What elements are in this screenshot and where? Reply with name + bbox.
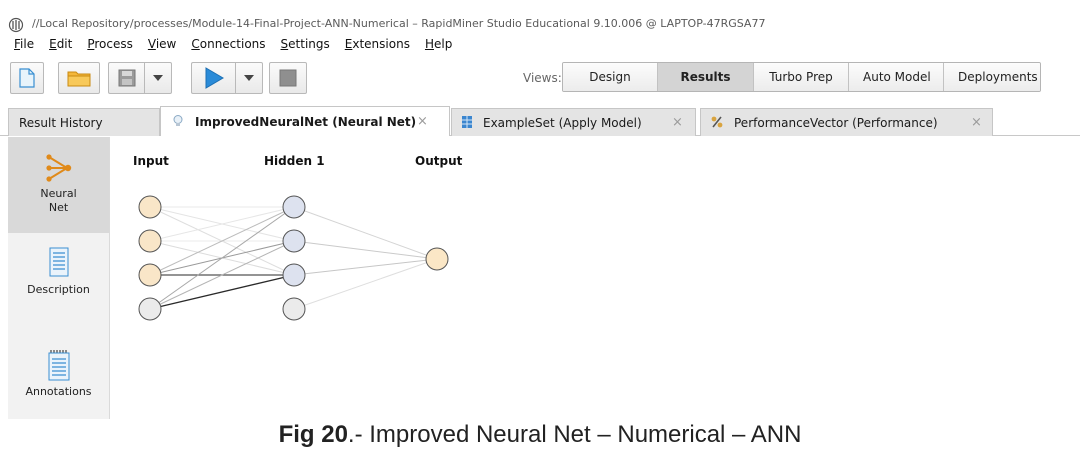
menu-file[interactable]: File bbox=[0, 37, 39, 55]
view-deployments-button[interactable]: Deployments bbox=[944, 63, 1040, 91]
connection-line bbox=[149, 206, 295, 310]
side-item-annotations[interactable]: Annotations bbox=[8, 349, 109, 419]
tab-result-history[interactable]: Result History bbox=[8, 108, 160, 136]
connections bbox=[149, 206, 438, 310]
input-node[interactable] bbox=[138, 195, 162, 219]
view-results-button[interactable]: Results bbox=[658, 63, 754, 91]
view-turbo-prep-button[interactable]: Turbo Prep bbox=[754, 63, 849, 91]
open-folder-icon bbox=[67, 71, 91, 87]
notepad-icon bbox=[48, 350, 69, 381]
hidden-node[interactable] bbox=[282, 195, 306, 219]
chevron-down-icon bbox=[153, 75, 163, 81]
run-button[interactable] bbox=[191, 62, 235, 94]
connection-line bbox=[293, 240, 438, 260]
side-item-label: Net bbox=[48, 201, 69, 214]
toolbar: Views: Design Results Turbo Prep Auto Mo… bbox=[0, 58, 1080, 98]
chevron-down-icon bbox=[244, 75, 254, 81]
title-bar: //Local Repository/processes/Module-14-F… bbox=[0, 0, 1080, 36]
close-tab-icon[interactable]: × bbox=[672, 110, 683, 136]
side-item-neural-net[interactable]: Neural Net bbox=[8, 137, 109, 233]
save-icon bbox=[118, 69, 135, 87]
document-icon bbox=[49, 247, 68, 277]
menu-connections[interactable]: Connections bbox=[181, 37, 270, 55]
output-node[interactable] bbox=[425, 247, 449, 271]
lightbulb-icon bbox=[173, 115, 183, 126]
run-icon bbox=[205, 67, 224, 89]
percent-icon bbox=[711, 116, 723, 128]
side-item-label: Neural bbox=[40, 187, 77, 200]
new-process-icon bbox=[19, 68, 35, 88]
neural-net-view: Input Hidden 1 Output bbox=[111, 137, 1080, 419]
hidden-layer-1 bbox=[282, 195, 306, 321]
views-switcher: Design Results Turbo Prep Auto Model Dep… bbox=[562, 62, 1041, 92]
menu-bar: File Edit Process View Connections Setti… bbox=[0, 37, 457, 55]
result-view-selector: Neural Net Description Annotations bbox=[8, 137, 110, 419]
input-bias-node[interactable] bbox=[138, 297, 162, 321]
side-item-label: Description bbox=[27, 283, 90, 296]
tab-label: PerformanceVector (Performance) bbox=[734, 116, 938, 130]
input-node[interactable] bbox=[138, 229, 162, 253]
input-layer bbox=[138, 195, 162, 321]
tab-example-set[interactable]: ExampleSet (Apply Model) × bbox=[451, 108, 696, 136]
figure-caption-text: .- Improved Neural Net – Numerical – ANN bbox=[347, 421, 802, 448]
menu-edit[interactable]: Edit bbox=[39, 37, 77, 55]
hidden-node[interactable] bbox=[282, 229, 306, 253]
table-icon bbox=[462, 116, 472, 128]
connection-line bbox=[293, 206, 438, 260]
close-tab-icon[interactable]: × bbox=[971, 110, 982, 136]
output-layer bbox=[425, 247, 449, 271]
side-item-label: Annotations bbox=[25, 385, 92, 398]
figure-number: Fig 20 bbox=[278, 421, 348, 448]
hidden-bias-node[interactable] bbox=[282, 297, 306, 321]
menu-process[interactable]: Process bbox=[77, 37, 138, 55]
hidden-node[interactable] bbox=[282, 263, 306, 287]
input-node[interactable] bbox=[138, 263, 162, 287]
new-process-button[interactable] bbox=[10, 62, 44, 94]
tab-label: Result History bbox=[19, 116, 103, 130]
result-tab-strip: Result History ImprovedNeuralNet (Neural… bbox=[0, 106, 1080, 136]
close-tab-icon[interactable]: × bbox=[417, 109, 428, 135]
run-options-button[interactable] bbox=[235, 62, 263, 94]
tab-improved-neural-net[interactable]: ImprovedNeuralNet (Neural Net) × bbox=[160, 106, 450, 136]
side-item-description[interactable]: Description bbox=[8, 247, 109, 317]
figure-caption: Fig 20.- Improved Neural Net – Numerical… bbox=[0, 421, 1080, 449]
rapidminer-logo-icon bbox=[8, 17, 24, 33]
menu-view[interactable]: View bbox=[138, 37, 181, 55]
connection-line bbox=[149, 274, 295, 310]
tab-label: ExampleSet (Apply Model) bbox=[483, 116, 642, 130]
tab-label: ImprovedNeuralNet (Neural Net) bbox=[195, 115, 417, 129]
menu-extensions[interactable]: Extensions bbox=[335, 37, 415, 55]
open-process-button[interactable] bbox=[58, 62, 100, 94]
network-graph bbox=[138, 195, 449, 321]
view-design-button[interactable]: Design bbox=[563, 63, 658, 91]
stop-button[interactable] bbox=[269, 62, 307, 94]
menu-help[interactable]: Help bbox=[415, 37, 457, 55]
view-auto-model-button[interactable]: Auto Model bbox=[849, 63, 944, 91]
stop-icon bbox=[279, 69, 297, 87]
window-title: //Local Repository/processes/Module-14-F… bbox=[32, 17, 766, 30]
neural-net-icon bbox=[45, 154, 71, 182]
save-button[interactable] bbox=[108, 62, 144, 94]
menu-settings[interactable]: Settings bbox=[271, 37, 335, 55]
tab-performance-vector[interactable]: PerformanceVector (Performance) × bbox=[700, 108, 993, 136]
views-label: Views: bbox=[523, 71, 562, 85]
save-options-button[interactable] bbox=[144, 62, 172, 94]
